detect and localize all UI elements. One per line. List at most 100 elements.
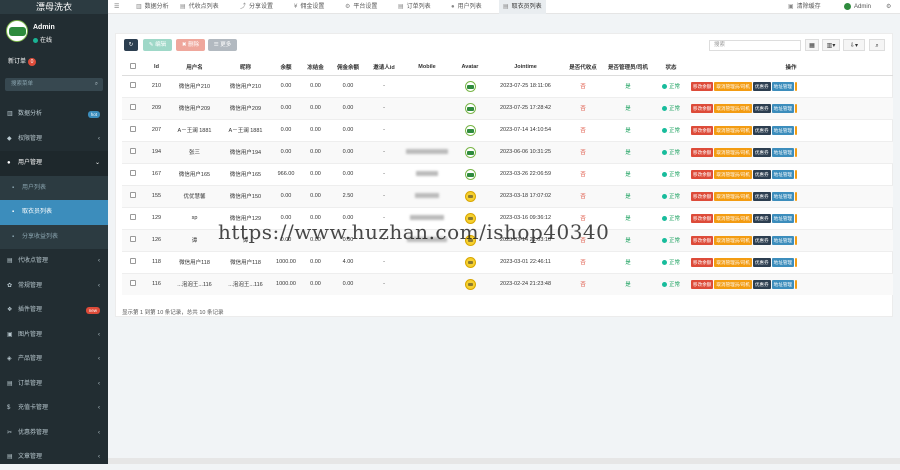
sidebar-item-2[interactable]: ◆ 权限管理 ‹: [0, 127, 108, 152]
clear-cache-button[interactable]: ▣ 清除缓存: [788, 0, 821, 14]
coupon-button[interactable]: 优惠券: [752, 279, 771, 289]
extra-action-button[interactable]: [795, 169, 798, 179]
coupon-button[interactable]: 优惠券: [752, 103, 771, 113]
toggle-view-button[interactable]: ▦: [805, 39, 819, 51]
adjust-balance-button[interactable]: 移改余额: [691, 125, 714, 135]
coupon-button[interactable]: 优惠券: [752, 235, 771, 245]
select-all-checkbox[interactable]: [122, 60, 144, 76]
sidebar-item-7[interactable]: ▤ 代收点管理 ‹: [0, 249, 108, 274]
adjust-balance-button[interactable]: 移改余额: [691, 213, 714, 223]
address-button[interactable]: 地址管理: [771, 191, 795, 201]
coupon-button[interactable]: 优惠券: [752, 147, 771, 157]
adjust-balance-button[interactable]: 移改余额: [691, 169, 714, 179]
adjust-balance-button[interactable]: 移改余额: [691, 81, 714, 91]
address-button[interactable]: 地址管理: [771, 257, 795, 267]
coupon-button[interactable]: 优惠券: [752, 191, 771, 201]
row-checkbox[interactable]: [122, 74, 144, 97]
cancel-admin-button[interactable]: 取消管理员/司机: [714, 125, 752, 135]
row-checkbox[interactable]: [122, 228, 144, 251]
column-header[interactable]: Id: [144, 60, 169, 76]
cancel-admin-button[interactable]: 取消管理员/司机: [714, 169, 752, 179]
table-search-input[interactable]: 搜索: [709, 40, 801, 51]
address-button[interactable]: 地址管理: [771, 81, 795, 91]
avatar[interactable]: [464, 190, 476, 202]
admin-menu[interactable]: Admin: [844, 0, 871, 14]
coupon-button[interactable]: 优惠券: [752, 125, 771, 135]
avatar[interactable]: [464, 278, 476, 290]
edit-button[interactable]: ✎ 编辑: [143, 39, 172, 51]
horizontal-scrollbar[interactable]: [108, 458, 900, 464]
address-button[interactable]: 地址管理: [771, 213, 795, 223]
address-button[interactable]: 地址管理: [771, 147, 795, 157]
cancel-admin-button[interactable]: 取消管理员/司机: [714, 147, 752, 157]
menu-toggle-icon[interactable]: ☰: [114, 0, 119, 14]
cancel-admin-button[interactable]: 取消管理员/司机: [714, 235, 752, 245]
sidebar-item-5[interactable]: ▪ 取衣员列表: [0, 200, 108, 225]
address-button[interactable]: 地址管理: [771, 169, 795, 179]
tab-5[interactable]: ⚙ 平台设置: [345, 0, 377, 14]
extra-action-button[interactable]: [795, 191, 798, 201]
sidebar-item-15[interactable]: ▤ 文章管理 ‹: [0, 445, 108, 470]
extra-action-button[interactable]: [795, 279, 798, 289]
more-button[interactable]: ☰ 更多: [208, 39, 237, 51]
delete-button[interactable]: ✖ 删除: [176, 39, 205, 51]
sidebar-item-10[interactable]: ▣ 图片管理 ‹: [0, 323, 108, 348]
tab-8[interactable]: ▤ 取衣员列表: [499, 0, 546, 14]
adjust-balance-button[interactable]: 移改余额: [691, 257, 714, 267]
columns-button[interactable]: ▥▾: [822, 39, 840, 51]
address-button[interactable]: 地址管理: [771, 103, 795, 113]
row-checkbox[interactable]: [122, 118, 144, 141]
avatar[interactable]: [464, 168, 476, 180]
cancel-admin-button[interactable]: 取消管理员/司机: [714, 103, 752, 113]
row-checkbox[interactable]: [122, 272, 144, 295]
settings-icon[interactable]: ⚙: [886, 0, 891, 14]
new-order-link[interactable]: 新订单 0: [8, 56, 37, 66]
sidebar-item-13[interactable]: $ 充值卡管理 ‹: [0, 396, 108, 421]
export-button[interactable]: ⇩▾: [843, 39, 865, 51]
extra-action-button[interactable]: [795, 257, 798, 267]
row-checkbox[interactable]: [122, 206, 144, 229]
cancel-admin-button[interactable]: 取消管理员/司机: [714, 191, 752, 201]
coupon-button[interactable]: 优惠券: [752, 169, 771, 179]
extra-action-button[interactable]: [795, 147, 798, 157]
tab-2[interactable]: ▤ 代收点列表: [180, 0, 219, 14]
avatar[interactable]: [464, 256, 476, 268]
extra-action-button[interactable]: [795, 81, 798, 91]
tab-4[interactable]: ¥ 佣金设置: [294, 0, 324, 14]
extra-action-button[interactable]: [795, 213, 798, 223]
sidebar-item-4[interactable]: ▪ 用户列表: [0, 175, 108, 200]
sidebar-item-12[interactable]: ▤ 订单管理 ‹: [0, 372, 108, 397]
address-button[interactable]: 地址管理: [771, 125, 795, 135]
refresh-button[interactable]: ↻: [124, 39, 138, 51]
address-button[interactable]: 地址管理: [771, 279, 795, 289]
adjust-balance-button[interactable]: 移改余额: [691, 235, 714, 245]
adjust-balance-button[interactable]: 移改余额: [691, 191, 714, 201]
address-button[interactable]: 地址管理: [771, 235, 795, 245]
row-checkbox[interactable]: [122, 96, 144, 119]
avatar[interactable]: [464, 124, 476, 136]
sidebar-item-9[interactable]: ❖ 插件管理 new: [0, 298, 108, 323]
row-checkbox[interactable]: [122, 184, 144, 207]
row-checkbox[interactable]: [122, 250, 144, 273]
adjust-balance-button[interactable]: 移改余额: [691, 147, 714, 157]
row-checkbox[interactable]: [122, 162, 144, 185]
adjust-balance-button[interactable]: 移改余额: [691, 103, 714, 113]
sidebar-item-8[interactable]: ✿ 常规管理 ‹: [0, 274, 108, 299]
sidebar-item-6[interactable]: ▪ 分享收益列表: [0, 224, 108, 249]
coupon-button[interactable]: 优惠券: [752, 257, 771, 267]
cancel-admin-button[interactable]: 取消管理员/司机: [714, 257, 752, 267]
row-checkbox[interactable]: [122, 140, 144, 163]
avatar[interactable]: [464, 102, 476, 114]
tab-3[interactable]: ⤴ 分享设置: [240, 0, 273, 14]
avatar[interactable]: [464, 146, 476, 158]
adjust-balance-button[interactable]: 移改余额: [691, 279, 714, 289]
extra-action-button[interactable]: [795, 103, 798, 113]
sidebar-item-1[interactable]: ▥ 数据分析 hot: [0, 102, 108, 127]
tab-7[interactable]: ● 用户列表: [451, 0, 482, 14]
cancel-admin-button[interactable]: 取消管理员/司机: [714, 213, 752, 223]
menu-search-input[interactable]: 搜索菜单 ⌕: [5, 78, 103, 91]
extra-action-button[interactable]: [795, 125, 798, 135]
tab-1[interactable]: ▥ 数据分析: [136, 0, 169, 14]
cancel-admin-button[interactable]: 取消管理员/司机: [714, 279, 752, 289]
coupon-button[interactable]: 优惠券: [752, 81, 771, 91]
